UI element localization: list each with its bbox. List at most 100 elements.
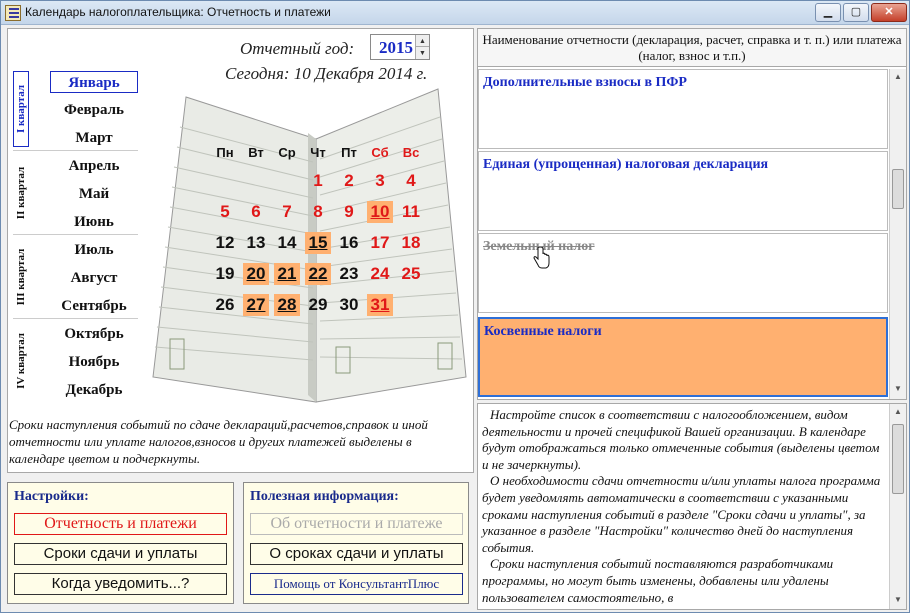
calendar-day[interactable]: 5 (212, 201, 238, 223)
calendar-day[interactable]: 11 (398, 201, 424, 223)
month-item[interactable]: Декабрь (50, 379, 138, 401)
weekday-header: Ср (278, 145, 296, 160)
quarter-label[interactable]: IV квартал (13, 323, 29, 399)
calendar-day[interactable]: 13 (243, 232, 269, 254)
hand-pointer-icon (533, 247, 550, 269)
calendar-day[interactable]: 27 (243, 294, 269, 316)
quarter-label-text: IV квартал (15, 333, 27, 389)
list-item-label: Единая (упрощенная) налоговая декларация (483, 157, 769, 172)
calendar-day[interactable]: 4 (398, 170, 424, 192)
calendar-day[interactable]: 16 (336, 232, 362, 254)
calendar-day[interactable]: 28 (274, 294, 300, 316)
month-item[interactable]: Февраль (50, 99, 138, 121)
quarter-label[interactable]: I квартал (13, 71, 29, 147)
month-item[interactable]: Октябрь (50, 323, 138, 345)
list-scrollbar[interactable]: ▲ ▼ (889, 69, 906, 399)
calendar-day[interactable]: 26 (212, 294, 238, 316)
deadlines-button[interactable]: Сроки сдачи и уплаты (14, 543, 227, 565)
about-deadlines-button[interactable]: О сроках сдачи и уплаты (250, 543, 463, 565)
reports-payments-button[interactable]: Отчетность и платежи (14, 513, 227, 535)
calendar-day[interactable]: 25 (398, 263, 424, 285)
calendar-day[interactable]: 14 (274, 232, 300, 254)
month-item[interactable]: Сентябрь (50, 295, 138, 317)
quarter-divider (13, 318, 138, 319)
scroll-up-icon[interactable]: ▲ (890, 404, 906, 420)
calendar-day[interactable]: 24 (367, 263, 393, 285)
month-item[interactable]: Апрель (50, 155, 138, 177)
consultant-help-button[interactable]: Помощь от КонсультантПлюс (250, 573, 463, 595)
help-paragraph: Настройте список в соответствии с налого… (482, 407, 880, 472)
calendar-day[interactable]: 2 (336, 170, 362, 192)
maximize-button[interactable]: ▢ (843, 3, 869, 22)
calendar-day[interactable]: 19 (212, 263, 238, 285)
weekday-header: Вт (248, 145, 264, 160)
year-spinner[interactable]: 2015 ▲ ▼ (370, 34, 430, 60)
minimize-button[interactable]: ▁ (815, 3, 841, 22)
calendar-note: Сроки наступления событий по сдаче декла… (9, 417, 428, 466)
calendar-day[interactable]: 1 (305, 170, 331, 192)
list-header: Наименование отчетности (декларация, рас… (478, 29, 906, 67)
help-paragraph: Сроки наступления событий поставляются р… (482, 556, 834, 605)
weekday-header: Пт (341, 145, 357, 160)
calendar-day[interactable]: 18 (398, 232, 424, 254)
help-paragraph: О необходимости сдачи отчетности и/или у… (482, 473, 881, 555)
calendar-day[interactable]: 22 (305, 263, 331, 285)
useful-info-box: Полезная информация: Об отчетности и пла… (243, 482, 469, 604)
about-report-button[interactable]: Об отчетности и платеже (250, 513, 463, 535)
month-item[interactable]: Июнь (50, 211, 138, 233)
scroll-thumb[interactable] (892, 424, 904, 494)
spin-up-icon[interactable]: ▲ (415, 35, 429, 47)
calendar-day[interactable]: 29 (305, 294, 331, 316)
spin-down-icon[interactable]: ▼ (415, 47, 429, 59)
month-item[interactable]: Май (50, 183, 138, 205)
year-value[interactable]: 2015 (379, 38, 413, 58)
scroll-down-icon[interactable]: ▼ (890, 592, 906, 608)
calendar-day[interactable]: 23 (336, 263, 362, 285)
calendar-day[interactable]: 7 (274, 201, 300, 223)
app-window: Календарь налогоплательщика: Отчетность … (0, 0, 910, 613)
calendar-day[interactable]: 21 (274, 263, 300, 285)
calendar-day[interactable]: 31 (367, 294, 393, 316)
today-label: Сегодня: 10 Декабря 2014 г. (225, 64, 428, 83)
list-item[interactable]: Земельный налог (478, 233, 888, 313)
month-item[interactable]: Август (50, 267, 138, 289)
quarter-divider (13, 234, 138, 235)
list-item[interactable]: Дополнительные взносы в ПФР (478, 69, 888, 149)
calendar-panel: Отчетный год: 2015 ▲ ▼ Сегодня: 10 Декаб… (7, 28, 474, 473)
calendar-day[interactable]: 20 (243, 263, 269, 285)
help-panel: Настройте список в соответствии с налого… (477, 403, 907, 610)
report-list-panel: Наименование отчетности (декларация, рас… (477, 28, 907, 400)
quarter-divider (13, 150, 138, 151)
quarter-label-text: III квартал (15, 248, 27, 306)
month-item[interactable]: Ноябрь (50, 351, 138, 373)
calendar-day[interactable]: 12 (212, 232, 238, 254)
scroll-down-icon[interactable]: ▼ (890, 381, 906, 397)
list-item[interactable]: Единая (упрощенная) налоговая декларация (478, 151, 888, 231)
quarter-label-text: I квартал (15, 84, 27, 134)
useful-info-title: Полезная информация: (250, 489, 399, 504)
scroll-thumb[interactable] (892, 169, 904, 209)
calendar-day[interactable]: 9 (336, 201, 362, 223)
settings-title: Настройки: (14, 489, 89, 504)
calendar-day[interactable]: 17 (367, 232, 393, 254)
notify-when-button[interactable]: Когда уведомить...? (14, 573, 227, 595)
list-item[interactable]: Косвенные налоги (478, 317, 888, 397)
calendar-day[interactable]: 8 (305, 201, 331, 223)
close-button[interactable]: ✕ (871, 3, 907, 22)
calendar-day[interactable]: 3 (367, 170, 393, 192)
calendar-day[interactable]: 10 (367, 201, 393, 223)
month-item[interactable]: Июль (50, 239, 138, 261)
month-item[interactable]: Март (50, 127, 138, 149)
scroll-up-icon[interactable]: ▲ (890, 69, 906, 85)
quarter-label[interactable]: II квартал (13, 155, 29, 231)
month-item[interactable]: Январь (50, 71, 138, 93)
quarter-label[interactable]: III квартал (13, 239, 29, 315)
calendar-day[interactable]: 15 (305, 232, 331, 254)
year-label: Отчетный год: (240, 39, 355, 58)
weekday-header: Чт (310, 145, 326, 160)
calendar-app-icon (5, 5, 21, 21)
weekday-header: Сб (371, 145, 389, 160)
help-scrollbar[interactable]: ▲ ▼ (889, 404, 906, 609)
calendar-day[interactable]: 6 (243, 201, 269, 223)
calendar-day[interactable]: 30 (336, 294, 362, 316)
